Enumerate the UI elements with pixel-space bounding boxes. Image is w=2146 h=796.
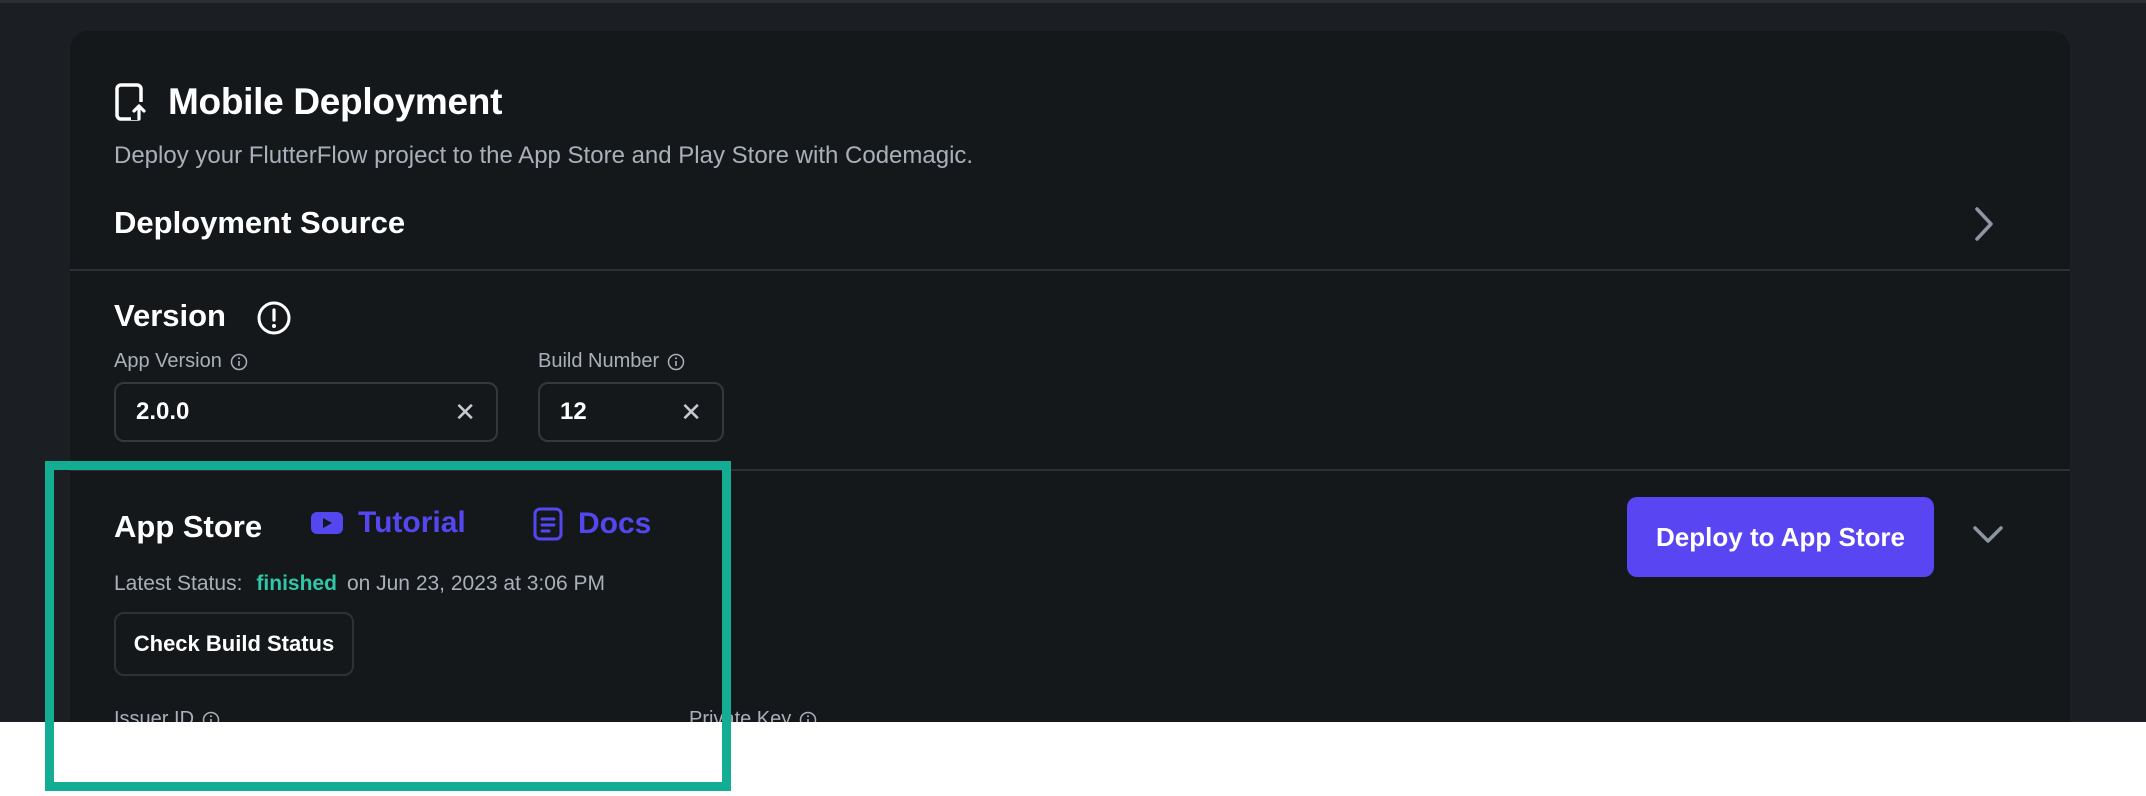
info-icon[interactable]	[230, 353, 248, 371]
section-divider	[70, 469, 2070, 471]
app-version-value[interactable]: 2.0.0	[136, 398, 454, 426]
docs-link[interactable]: Docs	[532, 506, 651, 542]
top-border	[0, 0, 2146, 3]
page-title: Mobile Deployment	[168, 81, 503, 122]
build-number-label: Build Number	[538, 350, 685, 373]
deployment-source-title[interactable]: Deployment Source	[114, 205, 405, 241]
build-number-value[interactable]: 12	[560, 398, 680, 426]
mobile-upload-icon	[115, 83, 148, 121]
alert-circle-icon[interactable]	[256, 300, 292, 336]
app-version-label: App Version	[114, 350, 248, 373]
latest-status: Latest Status: finished on Jun 23, 2023 …	[114, 572, 605, 595]
close-icon[interactable]: ✕	[680, 397, 702, 428]
version-title: Version	[114, 298, 226, 333]
youtube-icon	[311, 512, 343, 534]
chevron-right-icon[interactable]	[1970, 204, 1998, 244]
app-store-title: App Store	[114, 509, 263, 544]
chevron-down-icon[interactable]	[1970, 522, 2006, 548]
deployment-panel	[70, 31, 2070, 722]
app-version-input[interactable]: 2.0.0 ✕	[114, 382, 498, 442]
check-build-status-button[interactable]: Check Build Status	[114, 612, 354, 676]
page-header: Mobile Deployment	[114, 78, 502, 126]
tutorial-link[interactable]: Tutorial	[310, 506, 466, 540]
bottom-blank-area	[0, 722, 2146, 796]
document-icon	[533, 507, 563, 541]
info-icon[interactable]	[667, 353, 685, 371]
deploy-to-app-store-button[interactable]: Deploy to App Store	[1627, 497, 1934, 577]
build-number-input[interactable]: 12 ✕	[538, 382, 724, 442]
section-divider	[70, 269, 2070, 271]
status-date: on Jun 23, 2023 at 3:06 PM	[346, 572, 605, 595]
close-icon[interactable]: ✕	[454, 397, 476, 428]
page-subtitle: Deploy your FlutterFlow project to the A…	[114, 142, 974, 169]
status-badge: finished	[256, 572, 337, 595]
